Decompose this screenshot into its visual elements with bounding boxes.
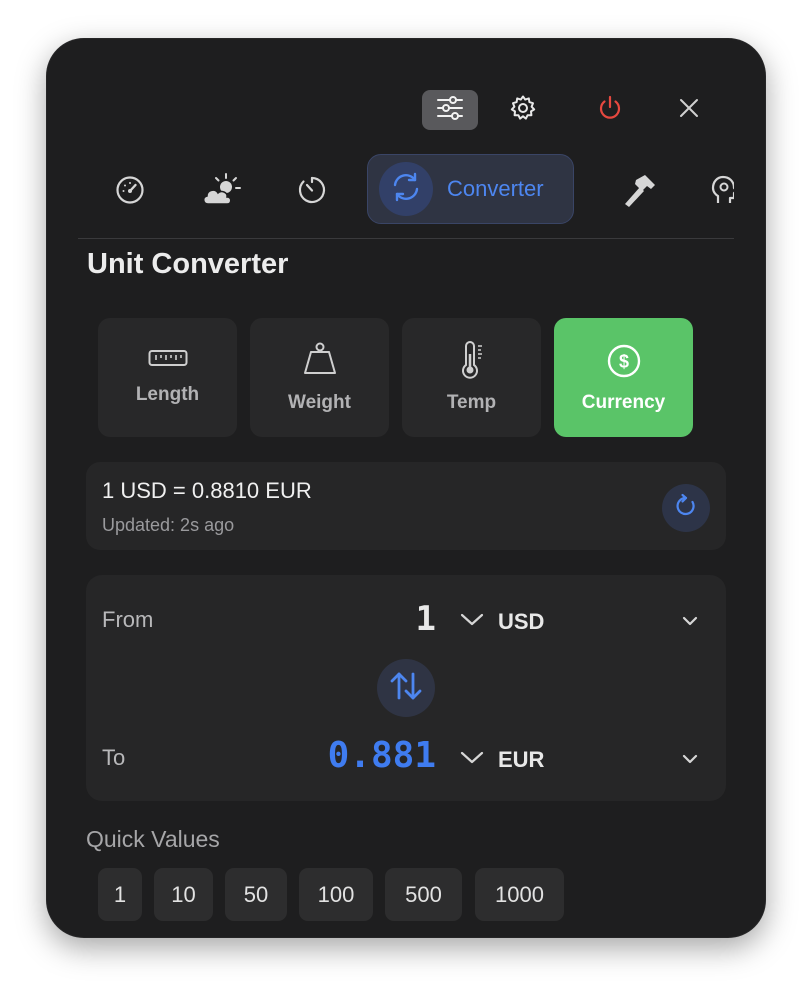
power-icon	[596, 94, 624, 127]
quick-value-button[interactable]: 50	[225, 868, 287, 921]
head-icon	[710, 173, 734, 212]
tab-converter-label: Converter	[447, 176, 544, 201]
category-currency[interactable]: $ Currency	[554, 318, 693, 437]
tab-weather[interactable]	[202, 172, 242, 212]
from-label: From	[102, 607, 154, 632]
toolbar	[46, 90, 766, 134]
chevron-down-icon	[460, 751, 484, 770]
thermometer-icon	[457, 340, 487, 385]
power-button[interactable]	[582, 90, 638, 130]
ruler-icon	[148, 348, 188, 373]
timer-icon	[296, 174, 328, 211]
quick-value-button[interactable]: 1000	[475, 868, 564, 921]
chevron-down-icon	[682, 751, 698, 768]
to-unit-menu-button[interactable]	[682, 751, 698, 769]
to-label: To	[102, 745, 126, 770]
exchange-rate: 1 USD = 0.8810 EUR	[102, 478, 312, 503]
divider	[78, 238, 734, 239]
category-temp[interactable]: Temp	[402, 318, 541, 437]
category-length[interactable]: Length	[98, 318, 237, 437]
category-label: Weight	[288, 392, 351, 413]
swap-units-button[interactable]	[377, 659, 435, 717]
gear-icon	[509, 94, 537, 127]
to-amount: 0.881	[327, 735, 436, 776]
refresh-button[interactable]	[662, 484, 710, 532]
swap-arrows-icon	[389, 670, 423, 707]
hammer-icon	[621, 172, 659, 213]
category-label: Temp	[446, 392, 497, 413]
close-button[interactable]	[661, 90, 717, 130]
chevron-down-icon	[682, 613, 698, 630]
last-updated: Updated: 2s ago	[102, 515, 235, 535]
converter-card: From 1 USD To 0.881 EUR	[86, 575, 726, 801]
tab-tools[interactable]	[620, 172, 660, 212]
filters-button[interactable]	[422, 90, 478, 130]
page-title: Unit Converter	[87, 248, 289, 280]
dollar-circle-icon: $	[607, 344, 641, 383]
sliders-icon	[436, 95, 464, 126]
tab-timer[interactable]	[292, 172, 332, 212]
settings-button[interactable]	[495, 90, 551, 130]
to-unit-select[interactable]: EUR	[460, 747, 544, 773]
cloud-sun-icon	[200, 172, 244, 213]
to-unit-code: EUR	[498, 747, 545, 772]
quick-value-button[interactable]: 1	[98, 868, 142, 921]
quick-value-button[interactable]: 100	[299, 868, 373, 921]
exchange-rate-card: 1 USD = 0.8810 EUR Updated: 2s ago	[86, 462, 726, 550]
category-weight[interactable]: Weight	[250, 318, 389, 437]
from-unit-menu-button[interactable]	[682, 613, 698, 631]
tab-assistant[interactable]	[710, 172, 734, 212]
convert-arrows-icon	[389, 170, 423, 209]
svg-text:$: $	[618, 352, 628, 372]
from-unit-select[interactable]: USD	[460, 609, 544, 635]
gauge-icon	[114, 174, 146, 211]
chevron-down-icon	[460, 613, 484, 632]
weight-icon	[302, 340, 338, 381]
quick-value-button[interactable]: 500	[385, 868, 462, 921]
tab-gauge[interactable]	[110, 172, 150, 212]
close-icon	[678, 97, 700, 124]
category-label: Length	[135, 384, 200, 405]
app-window: Converter Unit Converter Length Weight T…	[46, 38, 766, 938]
refresh-icon	[673, 493, 699, 524]
category-label: Currency	[581, 392, 666, 413]
tab-converter[interactable]: Converter	[367, 154, 574, 224]
from-amount-input[interactable]: 1	[416, 599, 436, 639]
quick-values-title: Quick Values	[86, 826, 220, 852]
tab-bar: Converter	[78, 154, 734, 226]
from-unit-code: USD	[498, 609, 545, 634]
quick-value-button[interactable]: 10	[154, 868, 213, 921]
